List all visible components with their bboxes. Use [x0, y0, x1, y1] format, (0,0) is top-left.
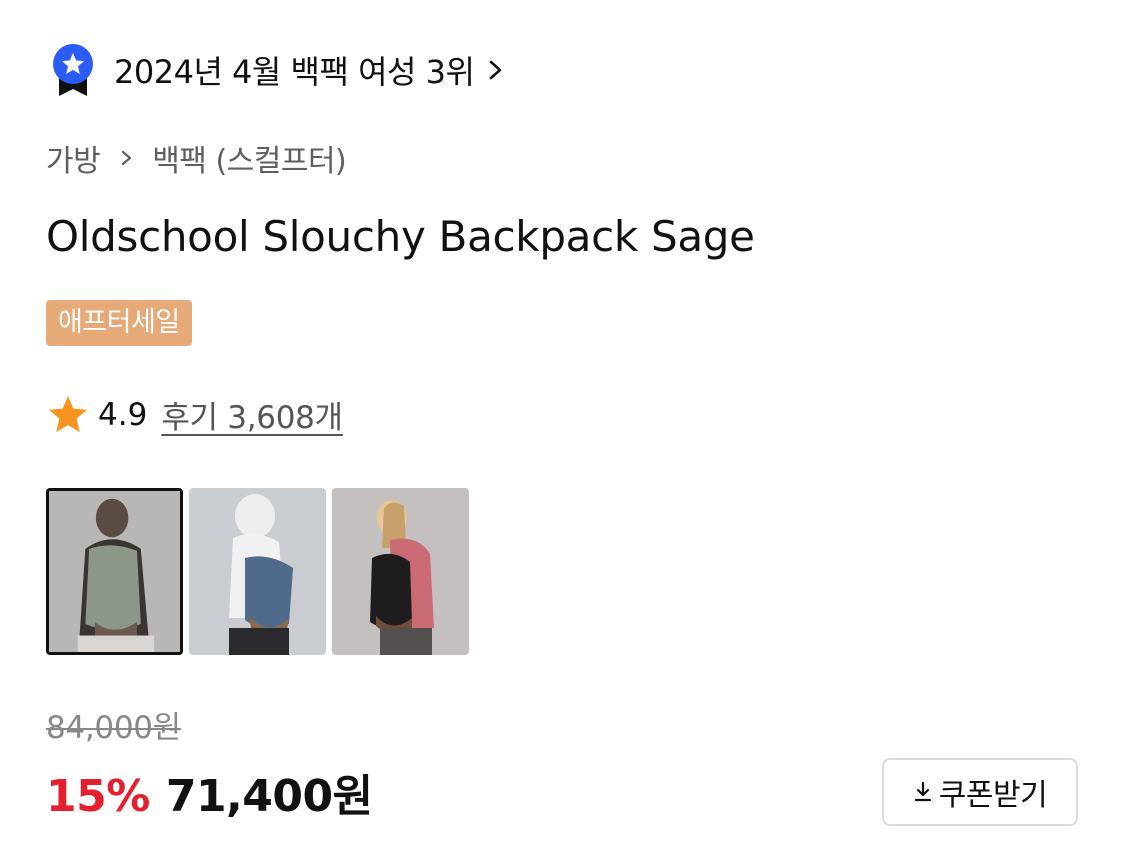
breadcrumb-chevron-icon [122, 150, 132, 166]
chevron-right-icon [490, 60, 502, 80]
thumbnail-gallery [46, 488, 475, 655]
breadcrumb-category[interactable]: 가방 [46, 136, 101, 180]
rating-row: 4.9 후기 3,608개 [46, 392, 343, 437]
product-title: Oldschool Slouchy Backpack Sage [46, 212, 755, 261]
sale-price: 71,400원 [165, 771, 373, 822]
ranking-badge-icon [53, 44, 93, 96]
coupon-button[interactable]: 쿠폰받기 [882, 758, 1078, 826]
thumbnail-image [332, 488, 469, 655]
price-row: 15% 71,400원 [46, 760, 373, 824]
ranking-text: 2024년 4월 백팩 여성 3위 [114, 53, 475, 91]
thumbnail-image [189, 488, 326, 655]
review-count-link[interactable]: 후기 3,608개 [161, 392, 343, 437]
download-icon [914, 781, 931, 802]
thumbnail-black-backpack[interactable] [332, 488, 469, 655]
breadcrumb-subcategory[interactable]: 백팩 (스컬프터) [152, 136, 347, 180]
sale-badge: 애프터세일 [46, 300, 192, 346]
breadcrumb: 가방 백팩 (스컬프터) [46, 136, 347, 180]
ranking-link[interactable]: 2024년 4월 백팩 여성 3위 [50, 42, 504, 98]
rating-score: 4.9 [98, 396, 148, 433]
discount-rate: 15% [46, 771, 150, 822]
thumbnail-denim-backpack[interactable] [189, 488, 326, 655]
star-icon [49, 395, 87, 432]
thumbnail-image [49, 491, 180, 652]
original-price: 84,000원 [46, 710, 181, 746]
thumbnail-sage-backpack[interactable] [46, 488, 183, 655]
coupon-label: 쿠폰받기 [938, 778, 1048, 813]
